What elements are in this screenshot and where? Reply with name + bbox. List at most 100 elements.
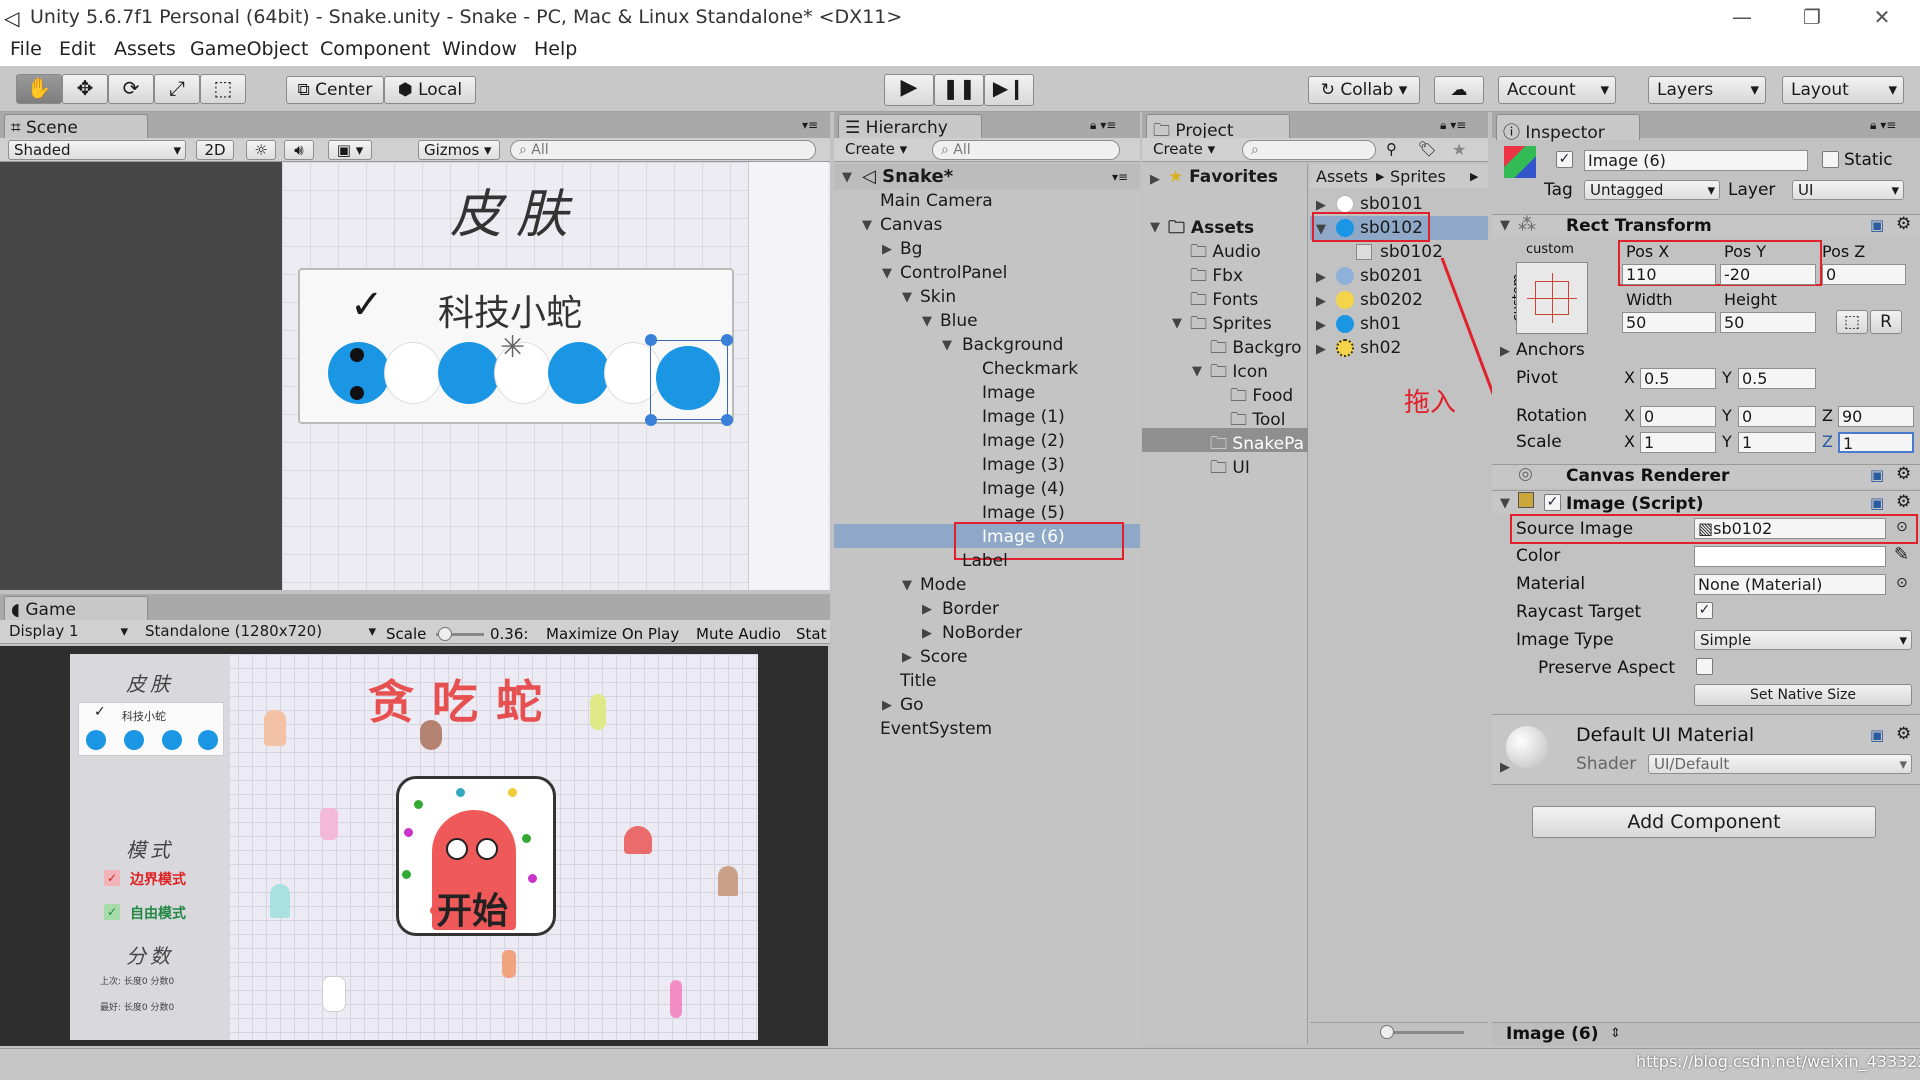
status-bar [0,1048,1920,1080]
help-book-icon[interactable]: ▣ [1870,726,1884,744]
tag-dropdown[interactable]: Untagged ▾ [1584,180,1720,200]
width-field[interactable]: 50 [1622,312,1716,333]
rotation-y-field[interactable]: 0 [1738,406,1816,427]
pos-y-field[interactable]: -20 [1720,264,1816,285]
image-type-dropdown[interactable]: Simple ▾ [1694,630,1912,650]
canvas-renderer-icon: ◎ [1518,464,1533,484]
rotation-label: Rotation [1516,406,1588,426]
image-type-value: Simple [1700,631,1752,649]
pos-z-field[interactable]: 0 [1822,264,1906,285]
help-book-icon[interactable]: ▣ [1870,494,1884,512]
default-material-title: Default UI Material [1576,724,1755,746]
scale-x-field[interactable]: 1 [1640,432,1716,453]
source-image-field[interactable]: ▧sb0102 [1694,518,1886,539]
rect-transform-icon: ⁂ [1518,214,1536,235]
z-label: Z [1822,432,1833,451]
raycast-target-checkbox[interactable]: ✓ [1696,602,1713,619]
layer-dropdown[interactable]: UI ▾ [1792,180,1904,200]
preserve-aspect-label: Preserve Aspect [1538,658,1676,678]
image-script-title: Image (Script) [1566,494,1704,514]
preview-menu-icon[interactable]: ⇕ [1610,1026,1621,1041]
height-field[interactable]: 50 [1720,312,1816,333]
expand-arrow-icon[interactable]: ▶ [1500,760,1510,775]
scale-label: Scale [1516,432,1562,452]
tab-inspector[interactable]: ⓘ Inspector [1496,114,1640,143]
sprite-icon: ▧ [1698,519,1714,538]
layer-value: UI [1798,181,1814,199]
scale-y-field[interactable]: 1 [1738,432,1816,453]
static-checkbox[interactable] [1822,151,1839,168]
image-component-icon [1518,492,1534,508]
pos-x-field[interactable]: 110 [1622,264,1716,285]
pivot-y-field[interactable]: 0.5 [1738,368,1816,389]
shader-dropdown[interactable]: UI/Default ▾ [1648,754,1912,774]
settings-gear-icon[interactable]: ⚙ [1896,724,1911,744]
settings-gear-icon[interactable]: ⚙ [1896,214,1911,234]
set-native-size-button[interactable]: Set Native Size [1694,684,1912,706]
collapse-arrow-icon[interactable]: ▼ [1500,496,1510,511]
source-image-value: sb0102 [1713,519,1773,538]
active-checkbox[interactable]: ✓ [1556,151,1573,168]
canvas-renderer-title: Canvas Renderer [1566,466,1730,486]
static-label: Static [1844,150,1893,170]
x-label: X [1624,406,1635,425]
anchor-line [1527,298,1577,299]
color-label: Color [1516,546,1561,566]
rotation-x-field[interactable]: 0 [1640,406,1716,427]
anchor-preset-button[interactable] [1516,262,1588,334]
object-name-field[interactable]: Image (6) [1584,150,1808,171]
shader-label: Shader [1576,754,1637,774]
image-type-label: Image Type [1516,630,1614,650]
expand-arrow-icon[interactable]: ▶ [1500,344,1510,359]
pos-z-label: Pos Z [1822,242,1866,261]
color-field[interactable] [1694,546,1886,567]
eyedropper-icon[interactable]: ✎ [1894,544,1909,565]
lock-icon[interactable]: 🔒︎ ▾≡ [1870,118,1896,133]
scale-z-field[interactable]: 1 [1838,432,1914,453]
object-picker-icon[interactable]: ⊙ [1896,575,1908,591]
height-label: Height [1724,290,1777,309]
shader-value: UI/Default [1654,755,1730,773]
preview-object-label: Image (6) [1506,1024,1599,1044]
tag-value: Untagged [1590,181,1664,199]
source-image-label: Source Image [1516,519,1634,539]
help-book-icon[interactable]: ▣ [1870,466,1884,484]
y-label: Y [1722,406,1732,425]
pos-y-label: Pos Y [1724,242,1767,261]
pos-x-label: Pos X [1626,242,1670,261]
raw-edit-button[interactable]: R [1870,310,1902,334]
image-enabled-checkbox[interactable]: ✓ [1544,494,1561,511]
y-label: Y [1722,432,1732,451]
width-label: Width [1626,290,1673,309]
add-component-button[interactable]: Add Component [1532,806,1876,838]
z-label: Z [1822,406,1833,425]
material-preview-icon [1506,726,1548,768]
blueprint-mode-icon[interactable]: ⬚ [1836,310,1868,334]
object-picker-icon[interactable]: ⊙ [1896,519,1908,535]
settings-gear-icon[interactable]: ⚙ [1896,492,1911,512]
settings-gear-icon[interactable]: ⚙ [1896,464,1911,484]
anchors-label: Anchors [1516,340,1585,360]
thumbnail-slider-thumb[interactable] [1380,1025,1394,1039]
rect-transform-title: Rect Transform [1566,216,1712,236]
y-label: Y [1722,368,1732,387]
layer-label: Layer [1728,180,1776,200]
pivot-label: Pivot [1516,368,1558,388]
rotation-z-field[interactable]: 90 [1838,406,1914,427]
help-book-icon[interactable]: ▣ [1870,216,1884,234]
anchor-preset-label: custom [1526,242,1574,257]
material-label: Material [1516,574,1586,594]
divider [1492,784,1920,785]
material-field[interactable]: None (Material) [1694,574,1886,595]
x-label: X [1624,368,1635,387]
preserve-aspect-checkbox[interactable] [1696,658,1713,675]
info-icon: ⓘ [1503,123,1526,143]
inspector-tab-label: Inspector [1525,123,1605,143]
raycast-target-label: Raycast Target [1516,602,1642,622]
gameobject-cube-icon [1504,146,1536,178]
pivot-x-field[interactable]: 0.5 [1640,368,1716,389]
thumbnail-size-slider[interactable] [1384,1031,1464,1034]
x-label: X [1624,432,1635,451]
collapse-arrow-icon[interactable]: ▼ [1500,218,1510,233]
watermark-text: https://blog.csdn.net/weixin_43332204 [1636,1052,1920,1071]
